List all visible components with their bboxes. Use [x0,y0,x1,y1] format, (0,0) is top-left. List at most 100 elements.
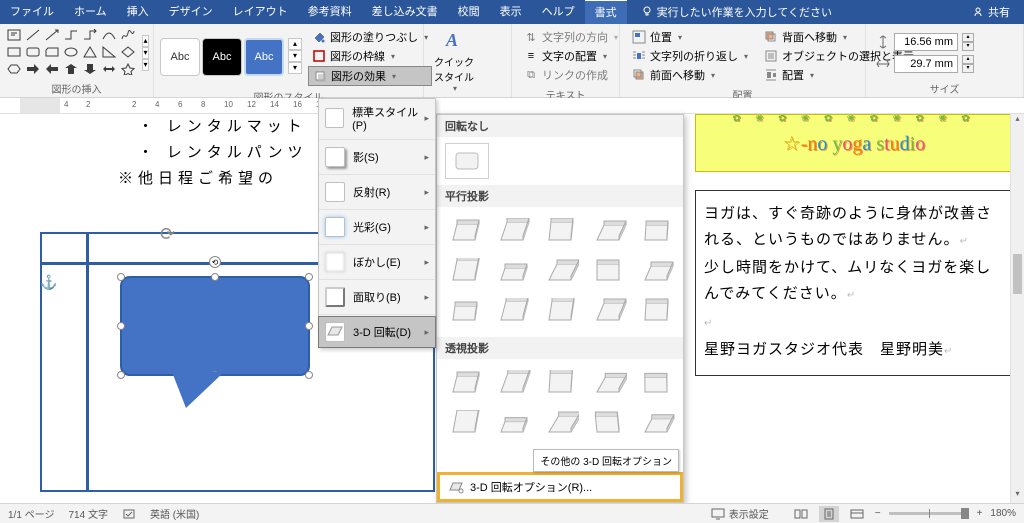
shape-textbox-icon[interactable] [6,28,22,42]
fx-preset[interactable]: 標準スタイル(P)▸ [319,99,435,137]
shape-elbow-arrow-icon[interactable] [82,28,98,42]
view-web-layout[interactable] [847,506,867,522]
tab-design[interactable]: デザイン [159,0,223,24]
rot-parallel-0[interactable] [445,215,487,249]
resize-handle-w[interactable] [117,322,125,330]
tab-layout[interactable]: レイアウト [223,0,298,24]
tab-view[interactable]: 表示 [490,0,532,24]
shape-style-1[interactable]: Abc [160,38,200,76]
rot-perspective-7[interactable] [541,407,583,441]
width-input[interactable] [894,55,958,73]
shape-line-icon[interactable] [25,28,41,42]
tab-format[interactable]: 書式 [585,0,627,24]
tell-me-search[interactable]: 実行したい作業を入力してください [633,4,840,20]
shape-rtriangle-icon[interactable] [101,45,117,59]
shape-arrow-l-icon[interactable] [44,62,60,76]
shape-style-scroll[interactable]: ▴▾▾ [288,38,302,76]
rot-perspective-6[interactable] [493,407,535,441]
resize-handle-nw[interactable] [117,273,125,281]
shape-outline-button[interactable]: 図形の枠線▾ [308,47,432,65]
tab-mailings[interactable]: 差し込み文書 [362,0,448,24]
display-settings[interactable]: 表示設定 [711,506,769,521]
shape-curve-icon[interactable] [101,28,117,42]
fx-shadow[interactable]: 影(S)▸ [319,142,435,172]
rotation-handle[interactable]: ⟲ [209,256,221,268]
tab-review[interactable]: 校閲 [448,0,490,24]
spell-check-icon[interactable] [122,507,136,521]
language-status[interactable]: 英語 (米国) [150,506,199,521]
shape-arrow-r-icon[interactable] [25,62,41,76]
shapes-gallery-scroll[interactable]: ▴▾▾ [142,35,149,71]
fx-reflection[interactable]: 反射(R)▸ [319,177,435,207]
tab-help[interactable]: ヘルプ [532,0,585,24]
rot-parallel-11[interactable] [493,295,535,329]
rot-perspective-0[interactable] [445,367,487,401]
resize-handle-s[interactable] [211,371,219,379]
view-read-mode[interactable] [791,506,811,522]
rot-none-option[interactable] [445,143,489,179]
tab-home[interactable]: ホーム [64,0,117,24]
shape-star-icon[interactable] [120,62,136,76]
vertical-scrollbar[interactable]: ▴▾ [1010,114,1024,503]
shape-height-field[interactable]: ▴▾ [876,33,974,51]
yoga-banner-shape[interactable]: ✿ ❀ ✿ ❀ ✿ ❀ ✿ ❀ ✿ ❀ ✿ ☆-no yoga studio [695,114,1013,172]
zoom-out-button[interactable]: − [875,508,881,519]
shape-freeform-icon[interactable] [120,28,136,42]
height-input[interactable] [894,33,958,51]
rot-parallel-5[interactable] [445,255,487,289]
rot-perspective-8[interactable] [589,407,631,441]
selected-callout-shape[interactable]: ⟲ [120,276,310,376]
rot-perspective-1[interactable] [493,367,535,401]
fx-bevel[interactable]: 面取り(B)▸ [319,282,435,312]
view-print-layout[interactable] [819,506,839,522]
rot-parallel-1[interactable] [493,215,535,249]
shape-style-2[interactable]: Abc [202,38,242,76]
bring-forward-button[interactable]: 前面へ移動▾ [628,66,752,84]
rot-more-options[interactable]: 3-D 回転オプション(R)... [437,472,683,502]
align-text-button[interactable]: ≡文字の配置▾ [520,47,622,65]
shape-roundrect-icon[interactable] [25,45,41,59]
tab-references[interactable]: 参考資料 [298,0,362,24]
shape-style-gallery[interactable]: Abc Abc Abc ▴▾▾ [158,36,304,78]
share-button[interactable]: 共有 [958,4,1024,20]
rot-perspective-9[interactable] [637,407,679,441]
rot-parallel-8[interactable] [589,255,631,289]
horizontal-ruler[interactable]: 4 2 2 4 6 8 10 12 14 16 18 [0,98,1024,114]
shape-triangle-icon[interactable] [82,45,98,59]
fx-3d-rotation[interactable]: 3-D 回転(D)▸ [318,316,436,348]
shape-hex-icon[interactable] [6,62,22,76]
zoom-in-button[interactable]: + [977,508,983,519]
rot-parallel-6[interactable] [493,255,535,289]
resize-handle-e[interactable] [305,322,313,330]
yoga-body-textbox[interactable]: ヨガは、すぐ奇跡のように身体が改善される、というものではありません。↵ 少し時間… [695,190,1013,376]
tab-file[interactable]: ファイル [0,0,64,24]
fx-soft-edges[interactable]: ぼかし(E)▸ [319,247,435,277]
shape-style-3[interactable]: Abc [244,38,284,76]
rot-parallel-9[interactable] [637,255,679,289]
resize-handle-n[interactable] [211,273,219,281]
wrap-text-button[interactable]: 文字列の折り返し▾ [628,47,752,65]
resize-handle-ne[interactable] [305,273,313,281]
rot-parallel-10[interactable] [445,295,487,329]
tab-insert[interactable]: 挿入 [117,0,159,24]
shape-arrow-u-icon[interactable] [63,62,79,76]
zoom-level[interactable]: 180% [990,508,1016,519]
rot-perspective-4[interactable] [637,367,679,401]
width-spinner[interactable]: ▴▾ [962,55,974,73]
shape-line-arrow-icon[interactable] [44,28,60,42]
shape-oval-icon[interactable] [63,45,79,59]
shapes-gallery[interactable] [4,26,140,80]
shape-rect-icon[interactable] [6,45,22,59]
shape-effects-button[interactable]: 図形の効果▾ [308,66,432,86]
rot-perspective-2[interactable] [541,367,583,401]
zoom-slider[interactable] [889,512,969,515]
rot-perspective-5[interactable] [445,407,487,441]
shape-diamond-icon[interactable] [120,45,136,59]
rot-parallel-14[interactable] [637,295,679,329]
height-spinner[interactable]: ▴▾ [962,33,974,51]
position-button[interactable]: 位置▾ [628,28,752,46]
rot-parallel-7[interactable] [541,255,583,289]
resize-handle-se[interactable] [305,371,313,379]
shape-snip-icon[interactable] [44,45,60,59]
shape-fill-button[interactable]: 図形の塗りつぶし▾ [308,28,432,46]
